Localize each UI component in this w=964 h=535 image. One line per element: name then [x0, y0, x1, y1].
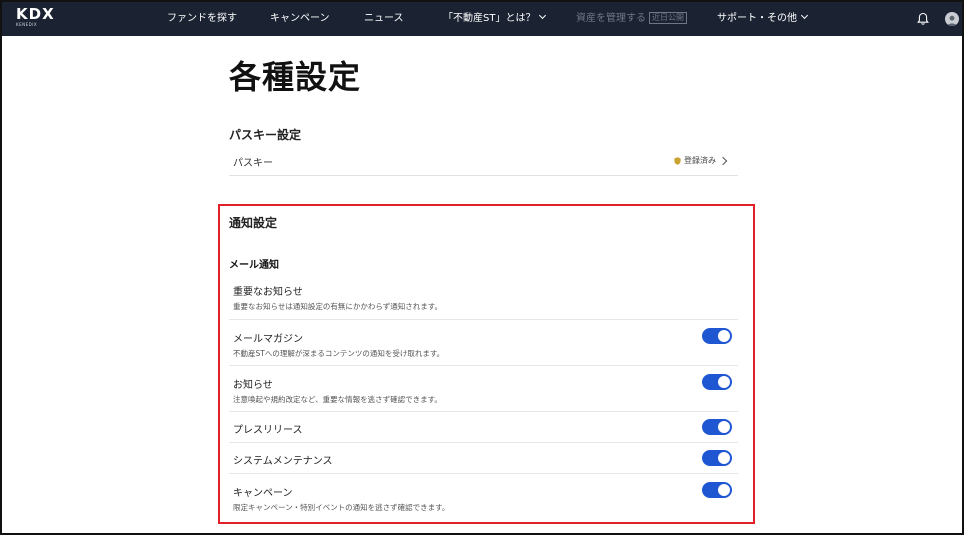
nav-label: サポート・その他: [717, 13, 797, 24]
notification-label: キャンペーン: [233, 488, 293, 499]
notification-row-mail-magazine: メールマガジン 不動産STへの理解が深まるコンテンツの通知を受け取れます。: [229, 320, 738, 366]
notification-row-news: お知らせ 注意喚起や規約改定など、重要な情報を逃さず確認できます。: [229, 366, 738, 412]
page-title: 各種設定: [229, 58, 362, 96]
notification-description: 限定キャンペーン・特別イベントの通知を逃さず確認できます。: [233, 503, 450, 512]
nav-label: ファンドを探す: [167, 13, 237, 24]
toggle-knob: [718, 376, 730, 388]
notification-description: 重要なお知らせは通知設定の有無にかかわらず通知されます。: [233, 302, 442, 311]
notification-label: プレスリリース: [233, 425, 303, 436]
mail-magazine-toggle[interactable]: [702, 328, 732, 344]
press-release-toggle[interactable]: [702, 419, 732, 435]
user-avatar-icon[interactable]: [945, 12, 959, 26]
toggle-knob: [718, 421, 730, 433]
passkey-section-title: パスキー設定: [229, 128, 302, 142]
notification-label: メールマガジン: [233, 334, 303, 345]
chevron-down-icon: [800, 11, 809, 20]
news-toggle[interactable]: [702, 374, 732, 390]
passkey-status: 登録済み: [674, 155, 716, 166]
toggle-knob: [718, 484, 730, 496]
notification-description: 注意喚起や規約改定など、重要な情報を逃さず確認できます。: [233, 395, 442, 404]
notification-row-press-release: プレスリリース: [229, 412, 738, 443]
nav-support[interactable]: サポート・その他: [717, 2, 809, 36]
nav-manage-assets: 資産を管理する 近日公開: [576, 2, 687, 36]
shield-icon: [674, 156, 681, 165]
logo-text: KDX: [16, 5, 55, 23]
nav-about-st[interactable]: 「不動産ST」とは？: [443, 2, 547, 36]
coming-soon-badge: 近日公開: [649, 12, 687, 24]
maintenance-toggle[interactable]: [702, 450, 732, 466]
notification-label: 重要なお知らせ: [233, 287, 303, 298]
passkey-status-text: 登録済み: [684, 156, 716, 165]
notification-label: システムメンテナンス: [233, 456, 333, 467]
notification-section-title: 通知設定: [229, 216, 278, 230]
toggle-knob: [718, 452, 730, 464]
notification-row-campaign: キャンペーン 限定キャンペーン・特別イベントの通知を逃さず確認できます。: [229, 474, 738, 518]
nav-label: 資産を管理する: [576, 13, 646, 24]
top-navbar: KDX KENEDIX ファンドを探す キャンペーン ニュース 「不動産ST」と…: [2, 2, 962, 36]
chevron-down-icon: [539, 11, 547, 20]
notification-row-important: 重要なお知らせ 重要なお知らせは通知設定の有無にかかわらず通知されます。: [229, 278, 738, 320]
bell-icon[interactable]: [916, 12, 930, 26]
notification-description: 不動産STへの理解が深まるコンテンツの通知を受け取れます。: [233, 349, 445, 358]
campaign-toggle[interactable]: [702, 482, 732, 498]
passkey-row[interactable]: パスキー 登録済み: [229, 148, 738, 176]
notification-label: お知らせ: [233, 380, 273, 391]
email-notification-subtitle: メール通知: [229, 260, 279, 271]
chevron-right-icon: [718, 156, 728, 166]
passkey-label: パスキー: [233, 158, 273, 169]
kdx-logo[interactable]: KDX KENEDIX: [16, 5, 55, 28]
nav-find-funds[interactable]: ファンドを探す: [167, 2, 237, 36]
notification-row-maintenance: システムメンテナンス: [229, 443, 738, 474]
nav-news[interactable]: ニュース: [364, 2, 404, 36]
nav-label: 「不動産ST」とは？: [443, 13, 536, 24]
nav-label: キャンペーン: [270, 13, 330, 24]
nav-campaign[interactable]: キャンペーン: [270, 2, 330, 36]
toggle-knob: [718, 330, 730, 342]
nav-label: ニュース: [364, 13, 404, 24]
